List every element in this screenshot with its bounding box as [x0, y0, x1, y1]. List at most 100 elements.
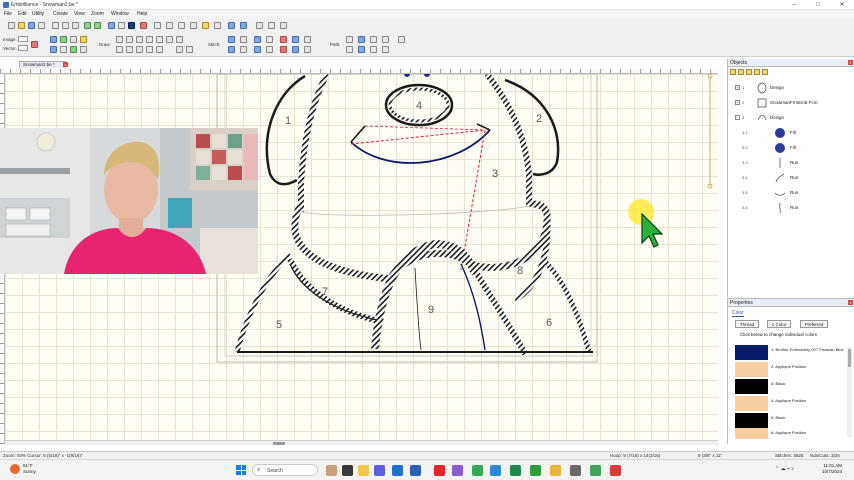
line-icon[interactable] — [126, 36, 133, 43]
file-explorer-icon[interactable] — [358, 465, 369, 476]
chrome-app-icon[interactable] — [472, 465, 483, 476]
menu-zoom[interactable]: Zoom — [91, 11, 104, 17]
object-row[interactable]: + 1 Design — [728, 81, 854, 95]
properties-panel-close-icon[interactable]: × — [848, 300, 853, 305]
horizontal-scrollbar[interactable] — [5, 440, 718, 445]
fill-stitch-icon[interactable] — [240, 46, 247, 53]
color-swatch[interactable] — [735, 362, 768, 377]
color-tab[interactable]: Color — [732, 310, 744, 317]
outlook-app-icon[interactable] — [392, 465, 403, 476]
stitch-lettering-icon[interactable] — [280, 22, 287, 29]
color-row[interactable]: 6: Applique Position — [735, 427, 845, 439]
path-break-icon[interactable] — [358, 46, 365, 53]
text-box-icon[interactable] — [202, 22, 209, 29]
image-dropdown[interactable] — [18, 36, 28, 42]
trash-icon[interactable] — [762, 69, 768, 75]
color-row[interactable]: 3: Black — [735, 378, 845, 395]
move-up-icon[interactable] — [746, 69, 752, 75]
word-app-icon[interactable] — [410, 465, 421, 476]
app-icon-green2[interactable] — [590, 465, 601, 476]
polygon-icon[interactable] — [126, 46, 133, 53]
path-weld-icon[interactable] — [346, 36, 353, 43]
color-swatch[interactable] — [735, 428, 768, 439]
ellipse-icon[interactable] — [176, 36, 183, 43]
widgets-app-icon[interactable] — [326, 465, 337, 476]
objects-panel-close-icon[interactable]: × — [848, 60, 853, 65]
lock-icon[interactable] — [730, 69, 736, 75]
object-row[interactable]: 3.6 Run — [728, 201, 854, 215]
minimize-button[interactable]: – — [782, 0, 806, 10]
redo-icon[interactable] — [94, 22, 101, 29]
color-row[interactable]: 4: Applique Position — [735, 395, 845, 412]
menu-help[interactable]: Help — [137, 11, 147, 17]
green-app-icon[interactable] — [530, 465, 541, 476]
excel-app-icon[interactable] — [510, 465, 521, 476]
vector-dropdown[interactable] — [18, 45, 28, 51]
arc-icon[interactable] — [156, 36, 163, 43]
curve-icon[interactable] — [136, 36, 143, 43]
horizontal-scroll-thumb[interactable] — [273, 442, 285, 445]
cross-stitch-icon[interactable] — [266, 46, 273, 53]
path-close-icon[interactable] — [382, 36, 389, 43]
eye-icon[interactable] — [60, 36, 67, 43]
object-row[interactable]: + 2 SnowmanFrmEmb-Fcm — [728, 96, 854, 110]
color-swatch[interactable] — [735, 379, 768, 394]
visibility-icon[interactable] — [738, 69, 744, 75]
zoom-out-icon[interactable] — [118, 22, 125, 29]
collapse-icon[interactable]: − — [735, 115, 740, 120]
color-row[interactable]: 2: Applique Position — [735, 361, 845, 378]
properties-icon[interactable] — [80, 46, 87, 53]
color-swatch[interactable] — [735, 413, 768, 428]
print-icon[interactable] — [38, 22, 45, 29]
align-icon[interactable] — [60, 46, 67, 53]
star-icon[interactable] — [136, 46, 143, 53]
ruler-icon[interactable] — [178, 22, 185, 29]
satin-stitch-icon[interactable] — [228, 46, 235, 53]
tie-icon[interactable] — [292, 46, 299, 53]
fill-icon[interactable] — [80, 36, 87, 43]
object-row[interactable]: 3.3 Run — [728, 156, 854, 170]
open-folder-icon[interactable] — [18, 22, 25, 29]
object-row[interactable]: 3.1 Fill — [728, 126, 854, 140]
object-row[interactable]: 3.2 Fill — [728, 141, 854, 155]
new-file-icon[interactable] — [8, 22, 15, 29]
menu-utility[interactable]: Utility — [32, 11, 44, 17]
path-offset-icon[interactable] — [370, 36, 377, 43]
square-icon[interactable] — [176, 46, 183, 53]
rect-icon[interactable] — [166, 36, 173, 43]
run-stitch-icon[interactable] — [228, 36, 235, 43]
windows-start-icon[interactable] — [236, 465, 246, 475]
path-open-icon[interactable] — [382, 46, 389, 53]
system-tray-icons[interactable]: ⌃ ☁ ⌁ ♪ — [775, 466, 794, 472]
save-icon[interactable] — [28, 22, 35, 29]
thread-button[interactable]: Thread — [735, 320, 759, 328]
color-row[interactable]: 1: Brother Embroidery 007 Prussian Blue — [735, 344, 845, 361]
bezier-icon[interactable] — [146, 36, 153, 43]
grid-icon[interactable] — [70, 36, 77, 43]
menu-window[interactable]: Window — [111, 11, 129, 17]
node-icon[interactable] — [50, 36, 57, 43]
teams-app-icon[interactable] — [374, 465, 385, 476]
clock[interactable]: 11:01 AM 10/7/2024 — [822, 463, 842, 475]
embrilliance-taskbar-icon[interactable] — [550, 465, 561, 476]
letter-a-icon[interactable] — [214, 22, 221, 29]
select-icon[interactable] — [228, 22, 235, 29]
needle-icon[interactable] — [154, 22, 161, 29]
taskbar-search-box[interactable]: ⌕ Search — [252, 464, 318, 476]
trim-icon[interactable] — [292, 36, 299, 43]
expand-icon[interactable]: + — [735, 85, 740, 90]
one-color-button[interactable]: 1 Color — [767, 320, 791, 328]
wand-icon[interactable] — [166, 22, 173, 29]
object-row[interactable]: 3.5 Run — [728, 186, 854, 200]
move-down-icon[interactable] — [754, 69, 760, 75]
group-icon[interactable] — [240, 22, 247, 29]
freehand-icon[interactable] — [116, 46, 123, 53]
bean-stitch-icon[interactable] — [240, 36, 247, 43]
menu-create[interactable]: Create — [53, 11, 68, 17]
color-swatch[interactable] — [735, 396, 768, 411]
document-tab[interactable]: Snowman2.be * — [19, 61, 66, 68]
preferred-button[interactable]: Preferred — [800, 320, 828, 328]
object-row[interactable]: 3.4 Run — [728, 171, 854, 185]
path-smooth-icon[interactable] — [398, 36, 405, 43]
youtube-app-icon[interactable] — [434, 465, 445, 476]
